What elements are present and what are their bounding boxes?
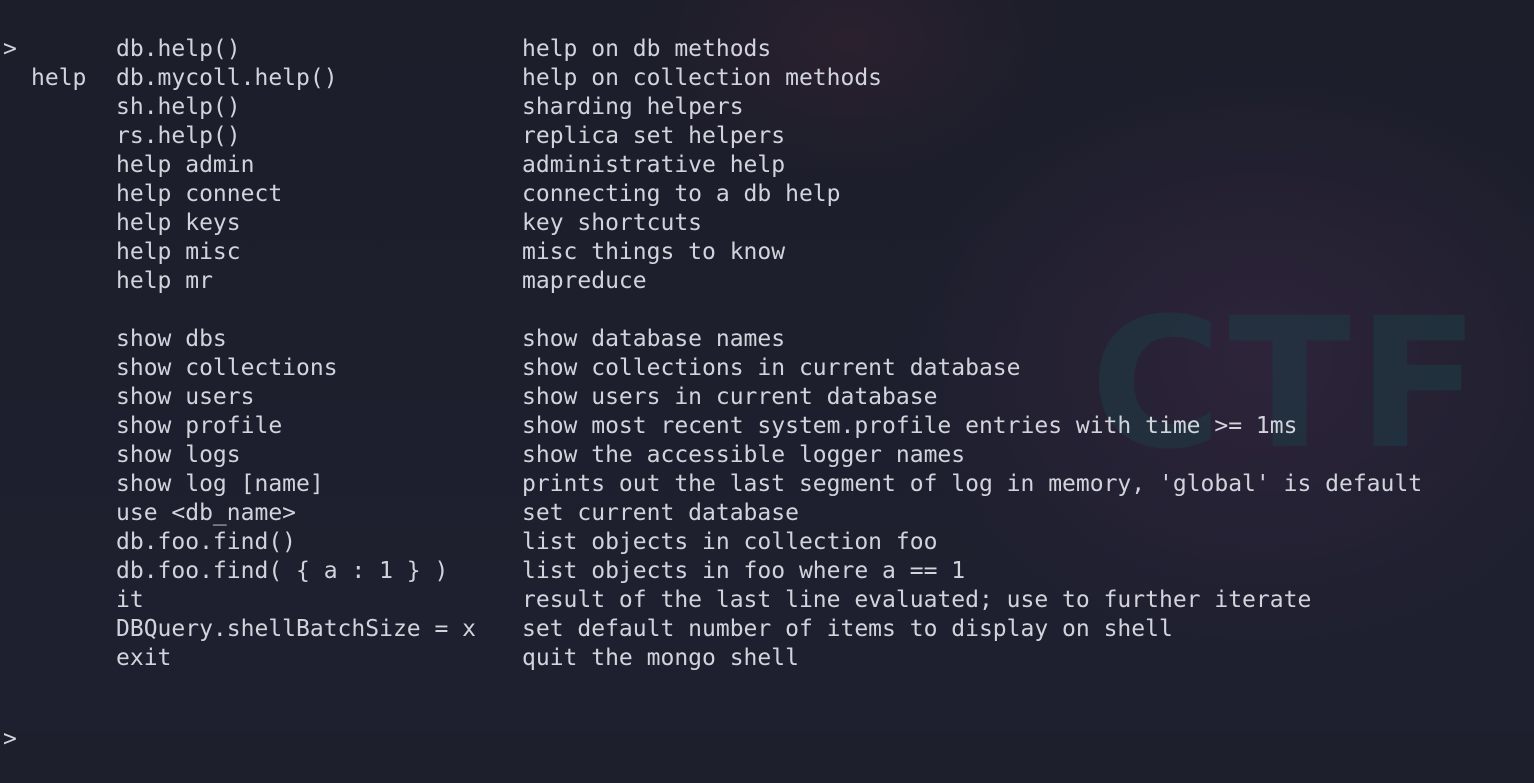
help-command: exit <box>116 645 172 671</box>
help-command: help admin <box>116 152 255 178</box>
help-command: show profile <box>116 413 283 439</box>
help-command: db.help() <box>116 36 241 62</box>
help-description: connecting to a db help <box>522 181 841 207</box>
help-command: show collections <box>116 355 338 381</box>
help-command: rs.help() <box>116 123 241 149</box>
help-command: sh.help() <box>116 94 241 120</box>
help-command: help keys <box>116 210 241 236</box>
help-command: DBQuery.shellBatchSize = x <box>116 616 477 642</box>
help-command: use <db_name> <box>116 500 297 526</box>
help-command: help misc <box>116 239 241 265</box>
help-description: show database names <box>522 326 786 352</box>
help-command: help connect <box>116 181 283 207</box>
help-command: show users <box>116 384 255 410</box>
help-description: replica set helpers <box>522 123 786 149</box>
help-description: result of the last line evaluated; use t… <box>522 587 1312 613</box>
help-command: help mr <box>116 268 213 294</box>
final-prompt-line[interactable]: > <box>0 696 55 752</box>
help-description: help on db methods <box>522 36 772 62</box>
help-command: db.foo.find() <box>116 529 297 555</box>
help-description: show collections in current database <box>522 355 1021 381</box>
help-description: set default number of items to display o… <box>522 616 1173 642</box>
help-description: key shortcuts <box>522 210 703 236</box>
help-command: show log [name] <box>116 471 324 497</box>
help-description: mapreduce <box>522 268 647 294</box>
help-command: db.mycoll.help() <box>116 65 338 91</box>
help-description: list objects in foo where a == 1 <box>522 558 966 584</box>
help-description: show most recent system.profile entries … <box>522 413 1298 439</box>
help-description: show users in current database <box>522 384 938 410</box>
help-command: show dbs <box>116 326 227 352</box>
help-command: db.foo.find( { a : 1 } ) <box>116 558 449 584</box>
terminal-window[interactable]: > help db.help() help on db methods db.myc… <box>0 0 1534 752</box>
help-description: sharding helpers <box>522 94 744 120</box>
help-command: show logs <box>116 442 241 468</box>
prompt-symbol: > <box>3 726 17 752</box>
help-description: show the accessible logger names <box>522 442 966 468</box>
entered-command: help <box>31 65 87 91</box>
help-description: administrative help <box>522 152 786 178</box>
help-description: quit the mongo shell <box>522 645 799 671</box>
command-line: > help <box>0 6 86 91</box>
help-description: set current database <box>522 500 799 526</box>
help-description: list objects in collection foo <box>522 529 938 555</box>
prompt-symbol: > <box>3 36 17 62</box>
help-command: it <box>116 587 144 613</box>
help-description: prints out the last segment of log in me… <box>522 471 1423 497</box>
help-description: misc things to know <box>522 239 786 265</box>
help-description: help on collection methods <box>522 65 883 91</box>
